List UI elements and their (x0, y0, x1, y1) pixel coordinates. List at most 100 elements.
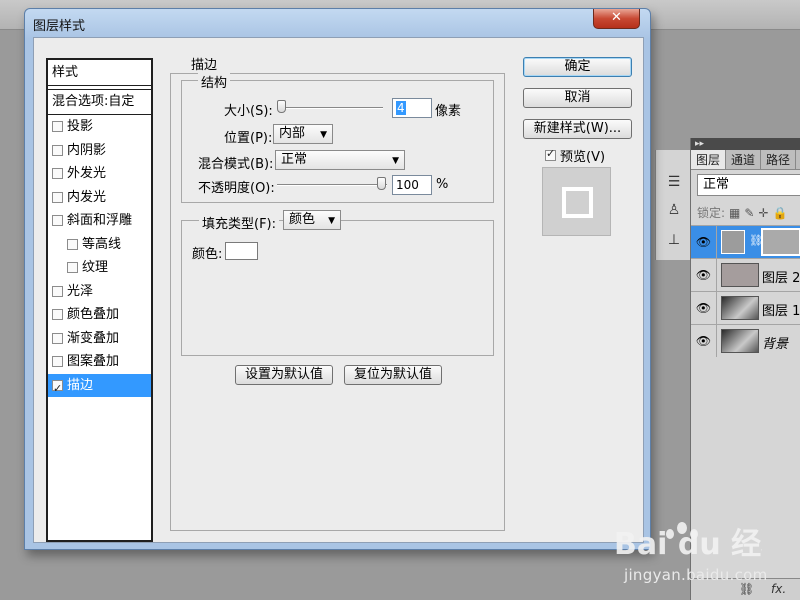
checkbox[interactable] (52, 191, 63, 203)
layer-row[interactable]: 👁 图层 2 (691, 258, 800, 291)
stroke-section-title: 描边 (188, 54, 221, 73)
photo-thumbnail (721, 329, 759, 353)
style-item-inner-shadow[interactable]: 内阴影 (48, 139, 151, 163)
checkbox[interactable] (52, 121, 63, 133)
lock-move-icon[interactable]: ✛ (758, 206, 768, 220)
lock-all-icon[interactable]: 🔒 (773, 206, 788, 220)
checkbox[interactable] (52, 332, 63, 344)
fill-type-label: 填充类型(F): (199, 213, 280, 232)
layer-mask-thumbnail[interactable] (761, 228, 800, 256)
fx-icon[interactable]: fx. (771, 582, 786, 596)
style-item-satin[interactable]: 光泽 (48, 280, 151, 304)
blend-mode-value: 正常 (281, 152, 308, 167)
blending-options-item[interactable]: 混合选项:自定 (48, 89, 151, 115)
checkbox[interactable] (52, 168, 63, 180)
opacity-slider-track[interactable] (277, 184, 387, 186)
opacity-input[interactable]: 100 (392, 175, 432, 195)
checkbox[interactable] (52, 215, 63, 227)
eye-icon[interactable]: 👁 (691, 259, 717, 291)
style-item-gradient-overlay[interactable]: 渐变叠加 (48, 327, 151, 351)
checkbox[interactable] (52, 144, 63, 156)
style-item-label: 图案叠加 (67, 354, 120, 370)
opacity-slider-thumb[interactable] (377, 177, 386, 190)
checkbox[interactable] (52, 285, 63, 297)
style-item-stroke[interactable]: 描边 (48, 373, 151, 400)
styles-list: 样式 混合选项:自定 投影 内阴影 外发光 内发光 斜面和浮雕 等高线 纹理 光… (46, 58, 153, 542)
stroke-color-swatch[interactable] (225, 242, 258, 260)
preview-checkbox[interactable] (545, 147, 556, 161)
dialog-client-area: 样式 混合选项:自定 投影 内阴影 外发光 内发光 斜面和浮雕 等高线 纹理 光… (33, 37, 644, 543)
size-input[interactable]: 4 (392, 98, 432, 118)
style-item-color-overlay[interactable]: 颜色叠加 (48, 303, 151, 327)
style-item-label: 外发光 (67, 166, 107, 182)
position-select[interactable]: 内部 ▼ (273, 124, 333, 144)
cancel-button[interactable]: 取消 (523, 88, 632, 108)
dialog-title: 图层样式 (33, 19, 86, 34)
puppet-icon[interactable]: ♙ (664, 200, 684, 220)
opacity-label: 不透明度(O): (198, 181, 275, 196)
link-layers-icon[interactable]: ⛓ (739, 582, 754, 596)
ok-button[interactable]: 确定 (523, 57, 632, 77)
style-item-label: 内发光 (67, 189, 107, 205)
stamp-icon[interactable]: ⊥ (664, 230, 684, 250)
blend-mode-label: 混合模式(B): (198, 157, 274, 172)
reset-default-button[interactable]: 复位为默认值 (344, 365, 442, 385)
size-value: 4 (396, 101, 406, 115)
layer-name: 图层 1 (762, 304, 800, 319)
layer-blend-mode-select[interactable]: 正常 (697, 174, 800, 196)
layer-row-selected[interactable]: 👁 ⛓ (691, 225, 800, 258)
new-style-button[interactable]: 新建样式(W)... (523, 119, 632, 139)
size-label: 大小(S): (224, 104, 273, 119)
style-item-contour[interactable]: 等高线 (48, 233, 151, 257)
watermark-url: jingyan.baidu.com (624, 566, 768, 584)
style-item-bevel-emboss[interactable]: 斜面和浮雕 (48, 209, 151, 233)
preview-toggle[interactable]: 预览(V) (545, 146, 605, 165)
lock-label: 锁定: (697, 206, 726, 220)
preview-stroke-square (562, 187, 593, 218)
tab-channels[interactable]: 通道 (726, 150, 762, 169)
chevron-down-icon: ▼ (320, 130, 327, 140)
layer-thumbnail (721, 263, 759, 287)
opacity-unit: % (436, 177, 449, 192)
style-item-drop-shadow[interactable]: 投影 (48, 115, 151, 139)
dialog-titlebar[interactable]: 图层样式 ✕ (25, 9, 650, 37)
style-item-texture[interactable]: 纹理 (48, 256, 151, 280)
chevron-down-icon: ▼ (392, 156, 399, 166)
style-item-label: 斜面和浮雕 (67, 213, 133, 229)
style-item-inner-glow[interactable]: 内发光 (48, 186, 151, 210)
layer-name: 背景 (762, 337, 789, 352)
eye-icon[interactable]: 👁 (691, 325, 717, 357)
tab-layers[interactable]: 图层 (691, 150, 727, 169)
position-value: 内部 (279, 126, 306, 141)
layers-panel-tabs: 图层 通道 路径 (691, 150, 800, 170)
set-default-button[interactable]: 设置为默认值 (235, 365, 333, 385)
fill-type-select[interactable]: 颜色 ▼ (283, 210, 341, 230)
checkbox-checked[interactable] (52, 377, 63, 400)
checkbox[interactable] (67, 238, 78, 250)
position-label: 位置(P): (224, 131, 273, 146)
eye-icon[interactable]: 👁 (691, 292, 717, 324)
panel-collapse-bar[interactable]: ▸▸ (691, 138, 800, 150)
layer-row[interactable]: 👁 图层 1 (691, 291, 800, 324)
layer-name: 图层 2 (762, 271, 800, 286)
chevron-down-icon: ▼ (328, 216, 335, 226)
styles-header[interactable]: 样式 (48, 60, 151, 86)
checkbox[interactable] (52, 356, 63, 368)
eye-icon[interactable]: 👁 (691, 226, 717, 258)
style-item-label: 纹理 (82, 260, 109, 276)
layer-row[interactable]: 👁 背景 (691, 324, 800, 357)
checkbox[interactable] (52, 309, 63, 321)
size-slider-thumb[interactable] (277, 100, 286, 113)
size-slider-track[interactable] (277, 107, 383, 109)
style-item-pattern-overlay[interactable]: 图案叠加 (48, 350, 151, 374)
style-item-label: 颜色叠加 (67, 307, 120, 323)
style-item-outer-glow[interactable]: 外发光 (48, 162, 151, 186)
lock-transparency-icon[interactable]: ▦ (729, 206, 740, 220)
checkbox[interactable] (67, 262, 78, 274)
layer-thumbnail (721, 230, 745, 254)
lock-brush-icon[interactable]: ✎ (744, 206, 754, 220)
tool-options-icon[interactable]: ☰ (664, 172, 684, 192)
close-button[interactable]: ✕ (593, 9, 640, 29)
blend-mode-select[interactable]: 正常 ▼ (275, 150, 405, 170)
tab-paths[interactable]: 路径 (761, 150, 797, 169)
